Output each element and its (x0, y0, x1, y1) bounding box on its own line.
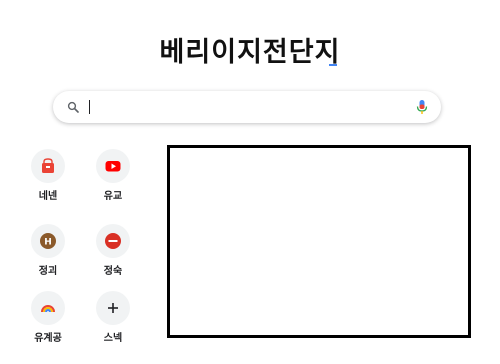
shortcut-label: 정괴 (38, 266, 58, 277)
blank-content-panel (167, 145, 471, 338)
search-icon (67, 101, 79, 113)
shortcut-tile[interactable]: 정숙 (83, 224, 143, 284)
logo-underline-mark (329, 64, 337, 66)
shortcut-tile[interactable]: 유교 (83, 149, 143, 209)
shortcut-label: 스넥 (103, 333, 123, 344)
rainbow-icon (41, 305, 55, 313)
search-input[interactable] (85, 97, 405, 117)
shortcut-tile[interactable]: 네넨 (18, 149, 78, 209)
shortcut-label: 네넨 (38, 191, 58, 202)
shortcut-label: 유교 (103, 191, 123, 202)
shortcut-icon-circle (31, 149, 65, 183)
shortcut-label: 유계공 (34, 333, 62, 344)
logo-text: 베리이지전단지 (159, 37, 341, 68)
shortcut-icon-circle (31, 291, 65, 325)
plus-icon (108, 303, 118, 313)
shortcut-icon-circle (96, 149, 130, 183)
shopping-bag-icon (42, 158, 54, 173)
shortcut-tile[interactable]: 유계공 (18, 291, 78, 351)
svg-text:H: H (44, 238, 52, 248)
search-bar[interactable] (53, 91, 441, 123)
h-letter-icon: H (40, 233, 56, 249)
shortcut-icon-circle: H (31, 224, 65, 258)
shortcut-label: 정숙 (103, 266, 123, 277)
microphone-icon[interactable] (416, 99, 428, 115)
shortcut-icon-circle (96, 291, 130, 325)
text-cursor (89, 100, 90, 114)
add-shortcut-tile[interactable]: 스넥 (83, 291, 143, 351)
youtube-icon (105, 161, 121, 172)
shortcut-icon-circle (96, 224, 130, 258)
red-dash-icon (105, 233, 121, 249)
shortcut-tile[interactable]: H 정괴 (18, 224, 78, 284)
